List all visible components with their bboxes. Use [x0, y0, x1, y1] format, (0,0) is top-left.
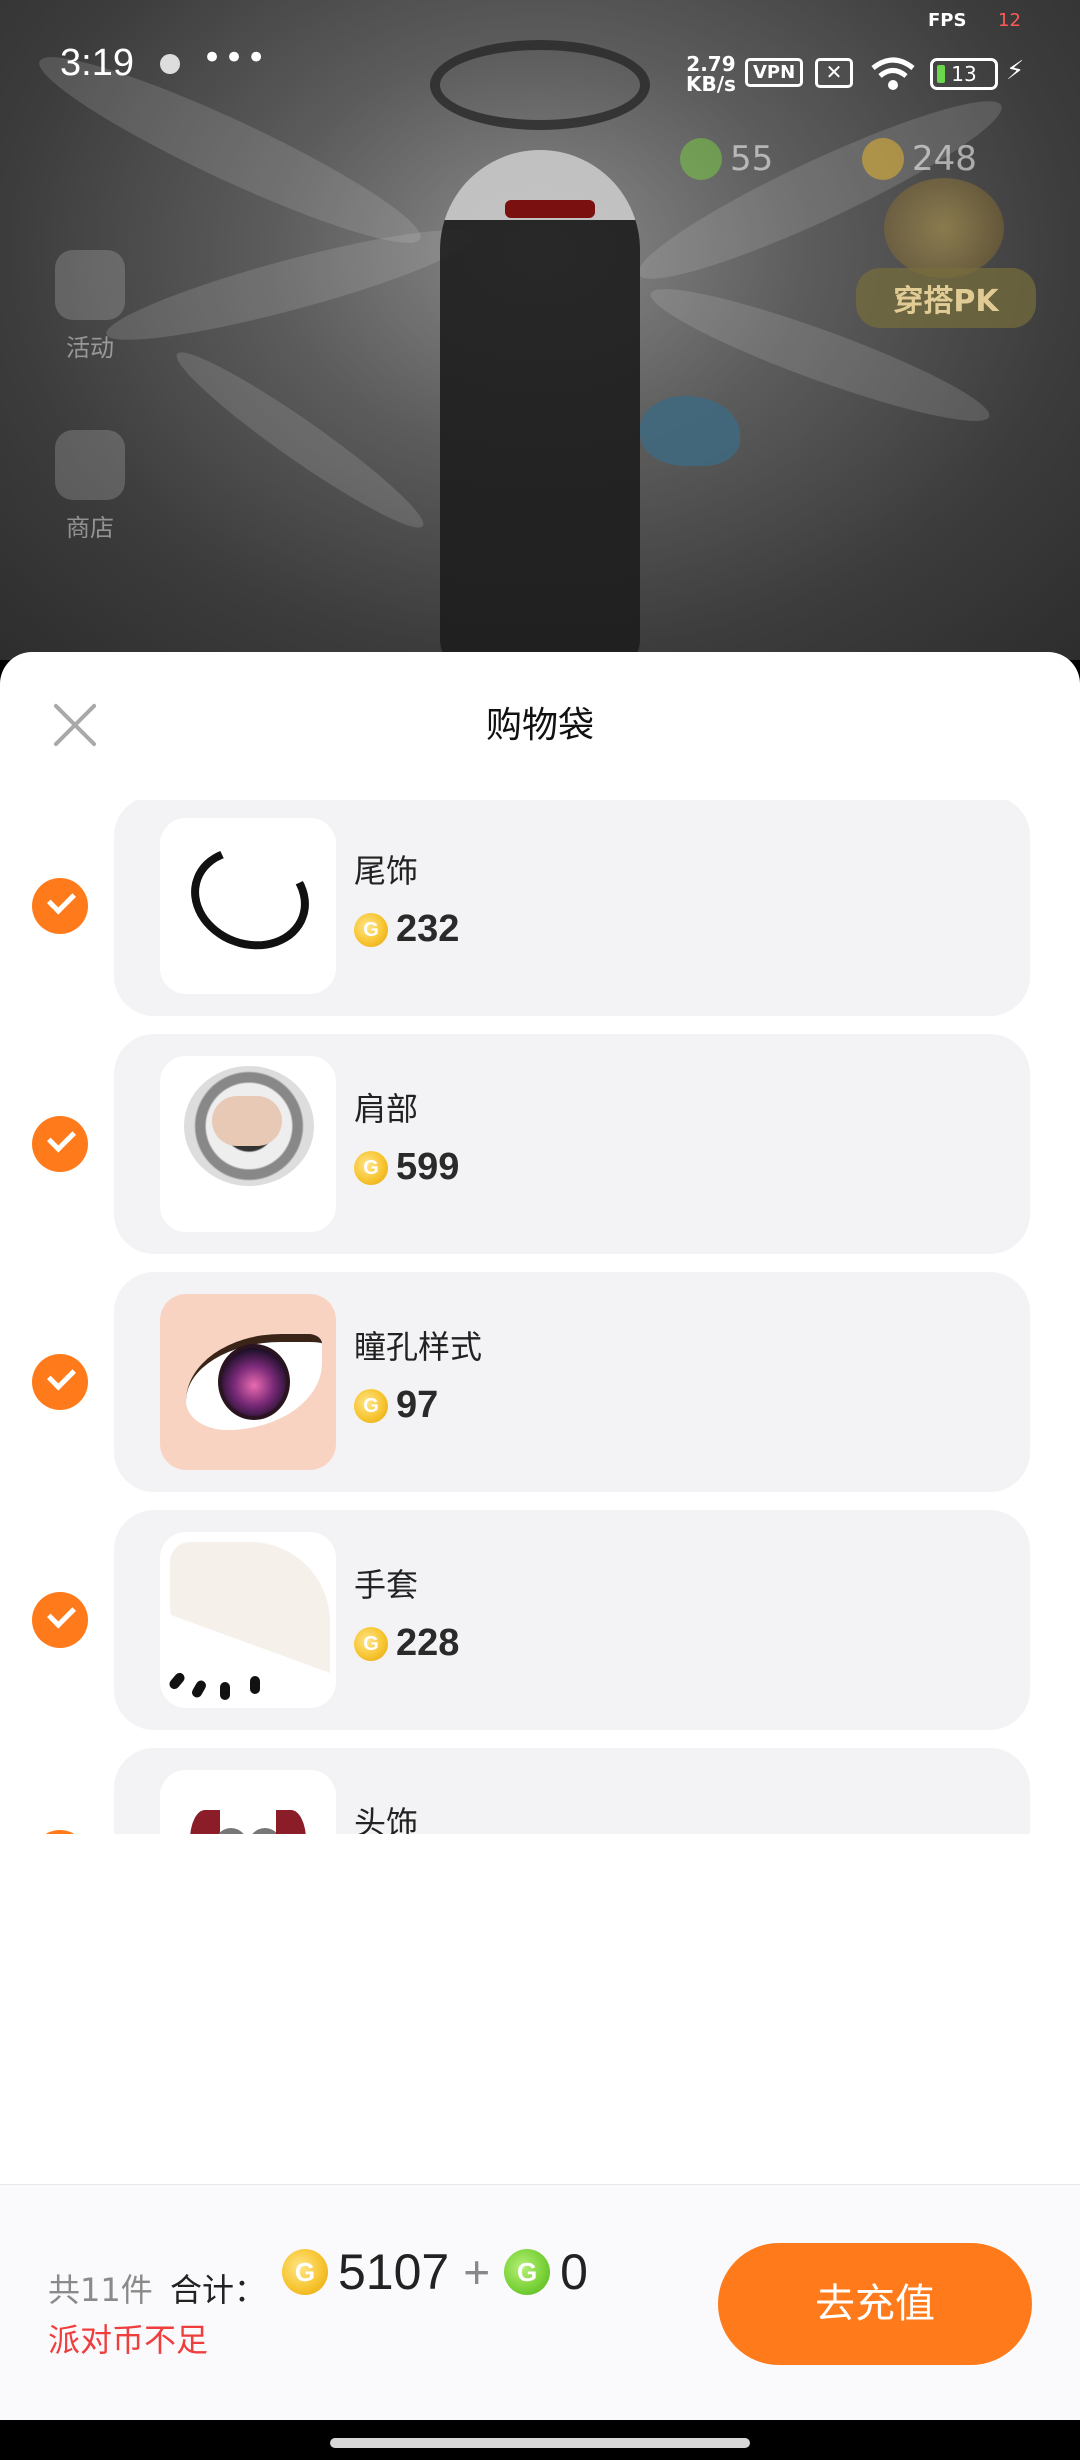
balloon-icon [55, 250, 125, 320]
item-checkbox[interactable] [32, 1116, 88, 1172]
gold-coin-icon [354, 1150, 388, 1185]
item-name: 尾饰 [354, 852, 419, 890]
notification-icon [160, 54, 180, 74]
cart-item-list[interactable]: 尾饰 232 肩部 599 [0, 800, 1080, 1834]
gold-total-value: 5107 [338, 2244, 450, 2300]
item-name: 肩部 [354, 1090, 419, 1128]
pupil-style-thumbnail [160, 1294, 336, 1470]
shopping-bag-sheet: 购物袋 尾饰 232 [0, 652, 1080, 2420]
clock: 3:19 [60, 42, 134, 84]
item-price-value: 599 [396, 1146, 460, 1188]
list-item: 肩部 599 [0, 1034, 1080, 1254]
crown-icon [884, 178, 1004, 278]
gift-icon [55, 430, 125, 500]
shop-entry[interactable]: 商店 [40, 430, 140, 543]
item-price: 599 [354, 1146, 459, 1189]
outfit-pk-button[interactable]: 穿搭PK [856, 268, 1036, 328]
gold-coin-icon [282, 2249, 328, 2295]
event-entry-label: 活动 [66, 334, 114, 362]
item-price: 228 [354, 1622, 459, 1665]
status-bar: 3:19 ••• FPS 12 2.79 KB/s VPN ✕ 13 ⚡ [0, 0, 1080, 140]
more-notifications-icon: ••• [202, 38, 269, 78]
green-total-value: 0 [560, 2244, 588, 2300]
gold-currency-display[interactable]: 248 [862, 138, 977, 180]
green-currency-display[interactable]: 55 [680, 138, 773, 180]
cart-item-card[interactable]: 尾饰 232 [114, 800, 1030, 1016]
item-checkbox[interactable] [32, 1354, 88, 1410]
gold-coin-icon [354, 912, 388, 947]
item-price: 232 [354, 908, 459, 951]
gold-coin-icon [862, 138, 904, 180]
item-name: 头饰 [354, 1804, 419, 1834]
list-item: 瞳孔样式 97 [0, 1272, 1080, 1492]
shoulder-accessory-thumbnail [160, 1056, 336, 1232]
battery-icon: 13 [930, 58, 998, 90]
battery-level: 13 [951, 62, 977, 86]
green-coin-icon [680, 138, 722, 180]
system-navigation-bar [0, 2420, 1080, 2460]
cart-item-card[interactable]: 肩部 599 [114, 1034, 1030, 1254]
wifi-icon [871, 57, 915, 90]
network-speed-value: 2.79 [686, 52, 736, 76]
item-price-value: 97 [396, 1384, 439, 1426]
cart-item-card[interactable]: 头饰 300 [114, 1748, 1030, 1834]
item-checkbox[interactable] [32, 1592, 88, 1648]
checkout-footer: 共11件 合计： 5107 + 0 派对币不足 去充值 [0, 2184, 1080, 2420]
home-gesture-handle[interactable] [330, 2438, 750, 2448]
sheet-title: 购物袋 [485, 705, 594, 746]
event-entry[interactable]: 活动 [40, 250, 140, 363]
list-item: 头饰 300 [0, 1748, 1080, 1834]
head-accessory-thumbnail [160, 1770, 336, 1834]
glove-thumbnail [160, 1532, 336, 1708]
gold-coin-icon [354, 1626, 388, 1661]
gold-currency-value: 248 [912, 139, 977, 179]
green-coin-icon [504, 2249, 551, 2295]
item-checkbox[interactable] [32, 878, 88, 934]
item-price-value: 228 [396, 1622, 460, 1664]
tail-accessory-thumbnail [160, 818, 336, 994]
recharge-button[interactable]: 去充值 [718, 2243, 1032, 2365]
cart-item-card[interactable]: 瞳孔样式 97 [114, 1272, 1030, 1492]
sim-disabled-icon: ✕ [815, 58, 853, 88]
shop-entry-label: 商店 [66, 514, 114, 542]
sheet-header: 购物袋 [0, 652, 1080, 786]
item-checkbox[interactable] [32, 1830, 88, 1834]
plus-sign: + [463, 2246, 491, 2298]
item-price-value: 232 [396, 908, 460, 950]
total-label: 合计： [170, 2271, 267, 2309]
avatar-character[interactable] [440, 150, 640, 660]
list-item: 尾饰 232 [0, 800, 1080, 1016]
shark-pet[interactable] [640, 396, 740, 466]
green-currency-value: 55 [730, 139, 774, 179]
vpn-icon: VPN [745, 58, 804, 87]
item-count: 共11件 [48, 2271, 153, 2309]
item-name: 瞳孔样式 [354, 1328, 483, 1366]
gold-coin-icon [354, 1388, 388, 1423]
insufficient-funds-warning: 派对币不足 [48, 2321, 209, 2359]
network-speed: 2.79 KB/s [686, 54, 736, 94]
total-amount: 5107 + 0 [282, 2243, 588, 2301]
fps-label: FPS [928, 10, 967, 31]
cart-item-card[interactable]: 手套 228 [114, 1510, 1030, 1730]
charging-icon: ⚡ [1006, 56, 1025, 86]
list-item: 手套 228 [0, 1510, 1080, 1730]
character-blindfold [505, 200, 595, 218]
network-speed-unit: KB/s [686, 72, 736, 96]
item-price: 97 [354, 1384, 438, 1427]
fps-value: 12 [998, 10, 1021, 31]
item-name: 手套 [354, 1566, 419, 1604]
